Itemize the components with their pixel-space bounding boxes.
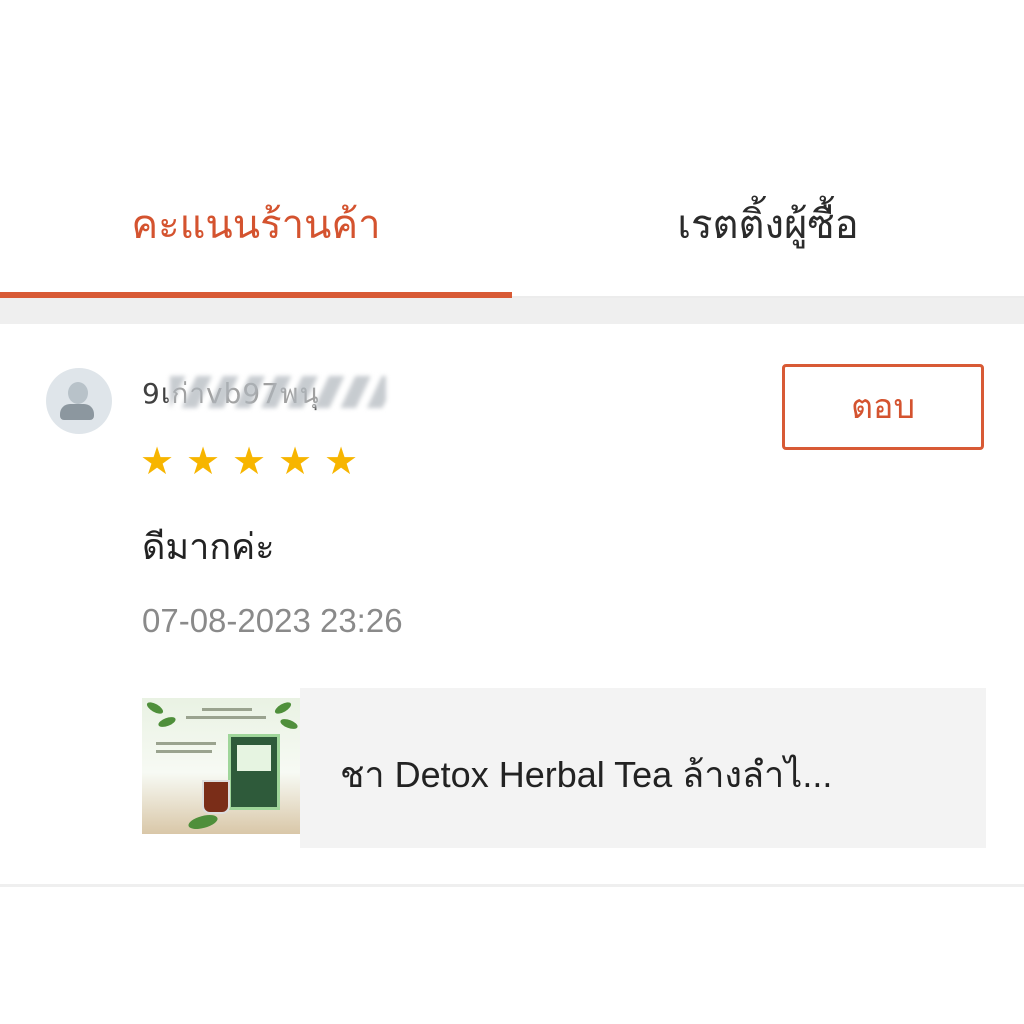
star-icon: ★ [278, 439, 313, 483]
tab-shop-rating[interactable]: คะแนนร้านค้า [0, 190, 512, 260]
product-info[interactable]: ชา Detox Herbal Tea ล้างลำไ... [300, 688, 986, 848]
product-thumbnail[interactable] [142, 698, 300, 834]
tea-package-graphic [228, 734, 280, 810]
product-link[interactable]: ชา Detox Herbal Tea ล้างลำไ... [142, 688, 986, 848]
section-separator [0, 298, 1024, 324]
leaf-graphic [145, 700, 165, 716]
thumbnail-text-graphic [202, 708, 252, 711]
leaf-graphic [186, 812, 220, 832]
tab-buyer-rating[interactable]: เรตติ้งผู้ซื้อ [512, 190, 1024, 260]
bottom-divider [0, 884, 1024, 887]
star-icon: ★ [232, 439, 267, 483]
avatar-body-icon [60, 404, 94, 420]
avatar[interactable] [46, 368, 112, 434]
thumbnail-text-graphic [156, 742, 216, 745]
leaf-graphic [279, 717, 299, 731]
thumbnail-text-graphic [156, 750, 212, 753]
star-icon: ★ [186, 439, 221, 483]
leaf-graphic [157, 715, 177, 729]
star-rating: ★ ★ ★ ★ ★ [140, 442, 362, 480]
star-icon: ★ [140, 439, 175, 483]
avatar-head-icon [68, 382, 88, 404]
leaf-graphic [273, 700, 293, 716]
review-comment: ดีมากค่ะ [142, 527, 275, 568]
thumbnail-text-graphic [186, 716, 266, 719]
package-label-graphic [237, 745, 271, 771]
tea-cup-graphic [202, 780, 230, 814]
star-icon: ★ [324, 439, 359, 483]
reply-button[interactable]: ตอบ [782, 364, 984, 450]
review-timestamp: 07-08-2023 23:26 [142, 602, 403, 639]
username-redaction [170, 376, 386, 408]
product-name: ชา Detox Herbal Tea ล้างลำไ... [340, 754, 833, 795]
review-card: 9เก่าvb97พนุ ★ ★ ★ ★ ★ ดีมากค่ะ 07-08-20… [0, 324, 1024, 886]
tab-bar: คะแนนร้านค้า เรตติ้งผู้ซื้อ [0, 0, 1024, 298]
